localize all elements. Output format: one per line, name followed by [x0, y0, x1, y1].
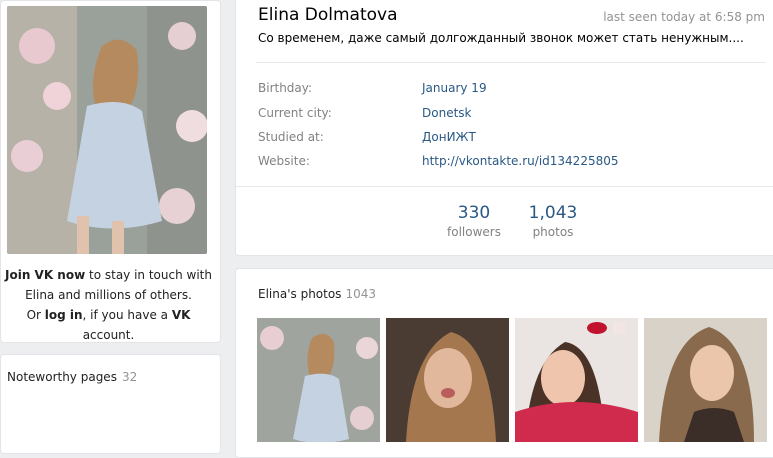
- avatar-image: [7, 6, 207, 254]
- noteworthy-pages-title: Noteworthy pages: [7, 370, 117, 384]
- login-link[interactable]: log in: [45, 308, 83, 322]
- join-text-4: account.: [82, 328, 135, 342]
- photo-image: [257, 318, 380, 442]
- photo-image: [515, 318, 638, 442]
- join-text-2: Or: [26, 308, 45, 322]
- noteworthy-pages-card: Noteworthy pages 32: [0, 354, 221, 454]
- followers-count: 330: [457, 203, 491, 223]
- photos-title: Elina's photos: [258, 287, 342, 301]
- profile-avatar[interactable]: [7, 6, 207, 254]
- followers-label: followers: [447, 225, 501, 239]
- profile-name: Elina Dolmatova: [258, 5, 398, 25]
- info-label: Birthday:: [258, 81, 313, 95]
- info-label: Current city:: [258, 106, 332, 120]
- followers-counter[interactable]: 330 followers: [434, 203, 514, 239]
- profile-status-text: Со временем, даже самый долгожданный зво…: [258, 31, 744, 45]
- profile-sidebar-card: Join VK now to stay in touch with Elina …: [0, 0, 221, 343]
- join-vk-link[interactable]: Join VK now: [5, 268, 85, 282]
- photo-thumbnail[interactable]: [644, 318, 767, 442]
- divider: [256, 62, 766, 63]
- divider: [236, 186, 773, 187]
- join-text-3: , if you have a: [82, 308, 172, 322]
- photos-label: photos: [532, 225, 574, 239]
- photo-image: [644, 318, 767, 442]
- photo-image: [386, 318, 509, 442]
- noteworthy-pages-header[interactable]: Noteworthy pages 32: [7, 370, 137, 384]
- last-seen-status: last seen today at 6:58 pm: [603, 10, 765, 24]
- photos-count: 1,043: [528, 203, 578, 223]
- info-label: Studied at:: [258, 130, 324, 144]
- photo-thumbnail[interactable]: [257, 318, 380, 442]
- website-link[interactable]: http://vkontakte.ru/id134225805: [422, 154, 619, 168]
- noteworthy-pages-count: 32: [121, 370, 138, 384]
- profile-info-card: Elina Dolmatova last seen today at 6:58 …: [235, 0, 773, 256]
- vk-label: VK: [171, 308, 191, 322]
- photo-thumbnail[interactable]: [386, 318, 509, 442]
- photos-card: Elina's photos 1043: [235, 268, 773, 458]
- birthday-link[interactable]: January 19: [422, 81, 487, 95]
- photo-thumbnail[interactable]: [515, 318, 638, 442]
- photos-header[interactable]: Elina's photos 1043: [258, 287, 376, 301]
- join-vk-prompt: Join VK now to stay in touch with Elina …: [1, 265, 216, 345]
- education-link[interactable]: ДонИЖТ: [422, 130, 476, 144]
- photos-counter[interactable]: 1,043 photos: [513, 203, 593, 239]
- city-link[interactable]: Donetsk: [422, 106, 471, 120]
- info-label: Website:: [258, 154, 310, 168]
- photos-total-count: 1043: [345, 287, 376, 301]
